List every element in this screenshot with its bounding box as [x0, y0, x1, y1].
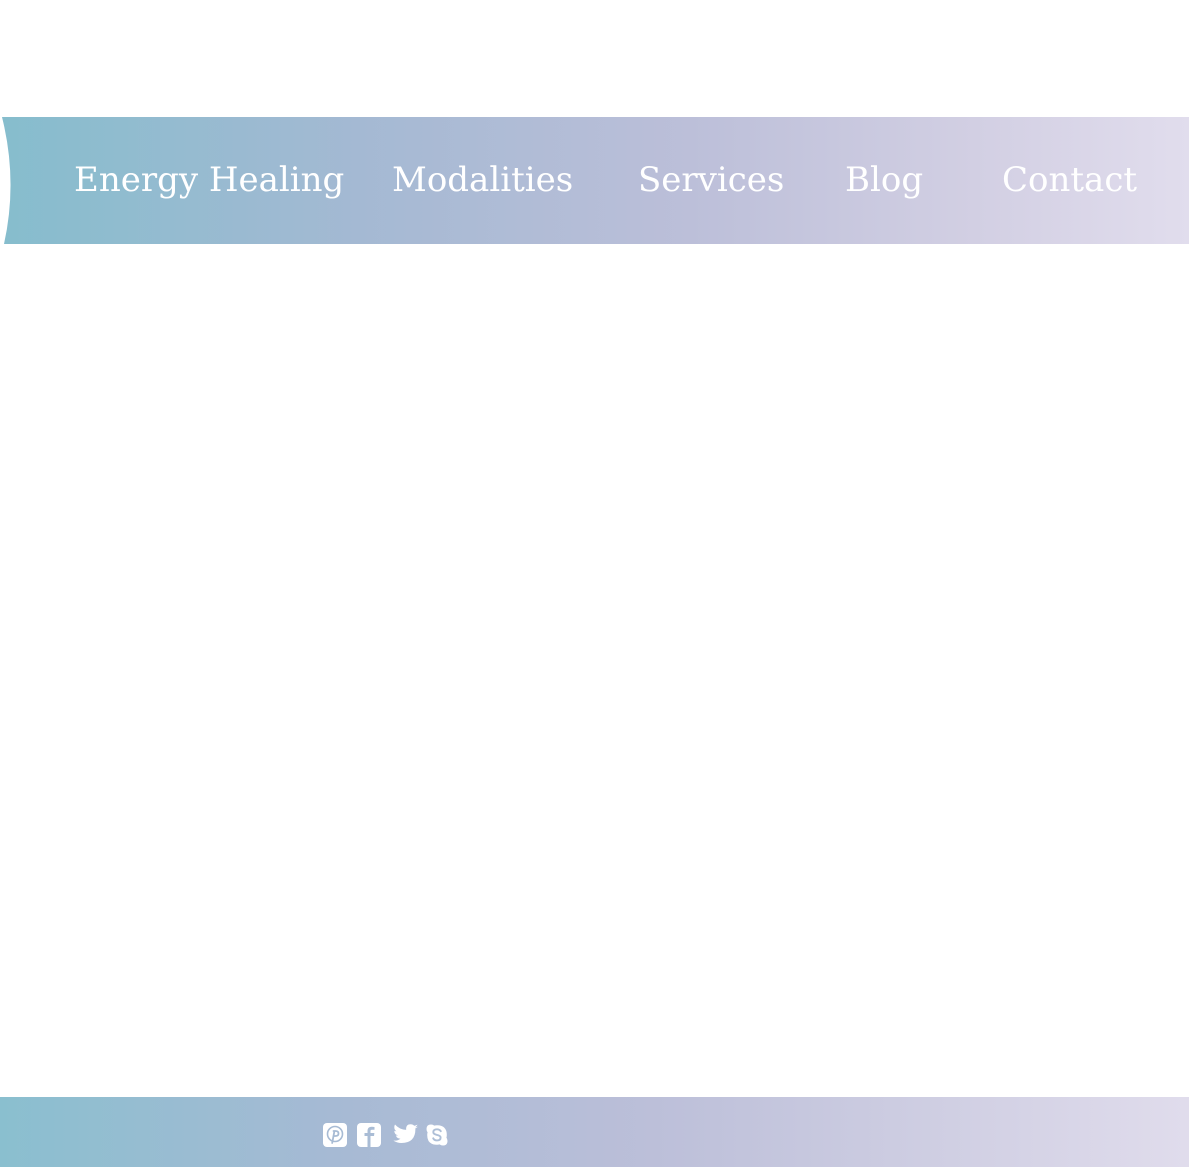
nav-item-energy-healing[interactable]: Energy Healing — [74, 155, 344, 205]
nav-item-contact[interactable]: Contact — [1002, 155, 1137, 205]
nav-menu: Energy Healing Modalities Services Blog … — [0, 117, 1189, 244]
nav-item-blog[interactable]: Blog — [845, 155, 923, 205]
twitter-icon[interactable] — [393, 1124, 419, 1146]
facebook-icon[interactable] — [357, 1123, 381, 1147]
nav-item-services[interactable]: Services — [638, 155, 784, 205]
footer-bar — [0, 1097, 1189, 1167]
skype-icon[interactable] — [425, 1123, 449, 1147]
pinterest-icon[interactable] — [323, 1123, 347, 1147]
nav-item-modalities[interactable]: Modalities — [392, 155, 573, 205]
social-links — [321, 1121, 449, 1149]
main-navigation: Energy Healing Modalities Services Blog … — [0, 117, 1189, 244]
